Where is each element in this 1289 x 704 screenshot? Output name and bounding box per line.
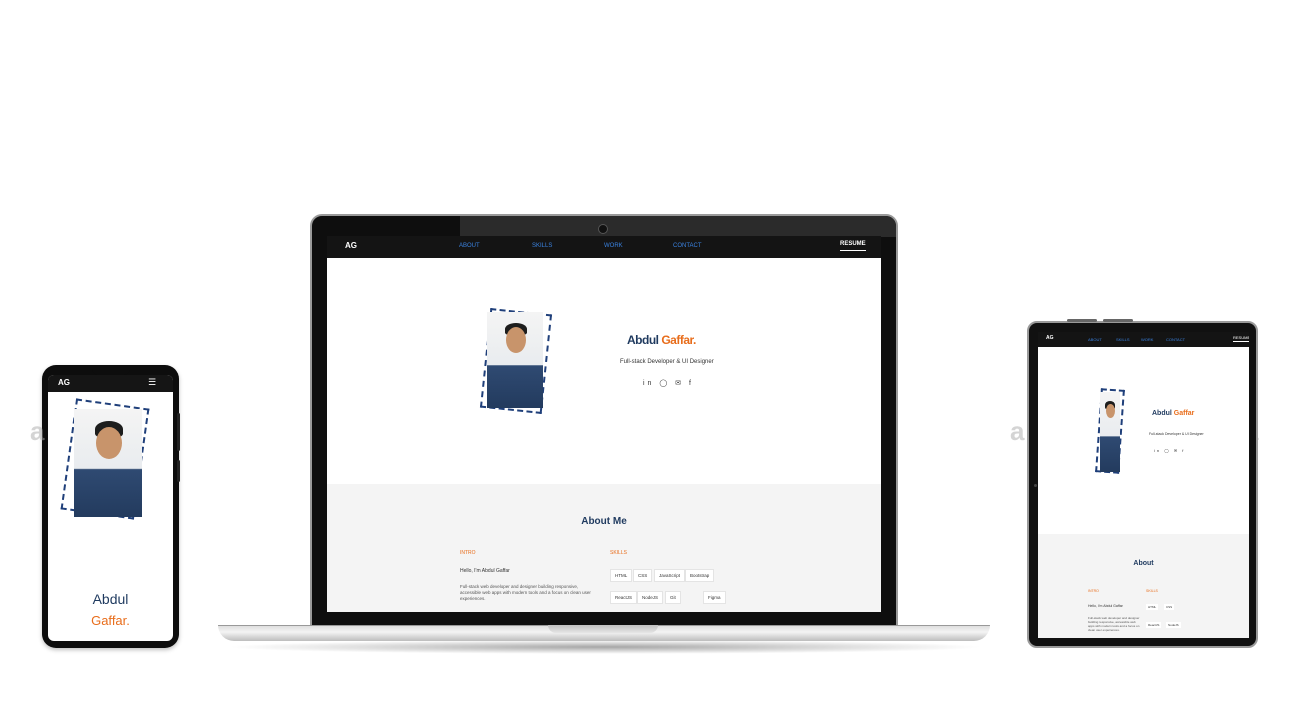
webcam-icon: [598, 224, 608, 234]
laptop-shadow: [225, 640, 985, 654]
social-links[interactable]: in ◯ ✉ f: [1154, 448, 1185, 453]
nav-link-work[interactable]: WORK: [604, 243, 623, 249]
about-title: About: [1133, 560, 1154, 567]
skill-tag: JavaScript: [654, 569, 686, 582]
tablet-camera-icon: [1034, 484, 1037, 487]
nav-link-work[interactable]: WORK: [1141, 337, 1153, 342]
skill-tag: CSS: [633, 569, 653, 582]
tablet-screen: AG ABOUT SKILLS WORK CONTACT RESUME Abdu…: [1038, 332, 1249, 638]
watermark-phone: a: [30, 416, 45, 446]
hamburger-icon[interactable]: ☰: [148, 378, 156, 387]
nav-link-contact[interactable]: CONTACT: [673, 243, 702, 249]
skill-tag: ReactJS: [1146, 622, 1162, 628]
hero-last-name: Gaffar: [1173, 410, 1195, 417]
tablet-button: [1103, 319, 1133, 322]
resume-button[interactable]: RESUME: [840, 241, 866, 251]
hero-role: Full-stack Developer & UI Designer: [1149, 432, 1204, 436]
laptop-screen: AG ABOUT SKILLS WORK CONTACT RESUME Abdu…: [327, 236, 881, 612]
intro-heading: INTRO: [460, 550, 476, 556]
intro-line: Hello, I'm Abdul Gaffar: [460, 568, 510, 574]
about-title: About Me: [581, 516, 627, 527]
skills-heading: SKILLS: [610, 550, 627, 556]
site-logo[interactable]: AG: [1046, 335, 1054, 341]
skill-tag: Figma: [703, 591, 726, 604]
site-logo[interactable]: AG: [345, 241, 357, 250]
phone-navbar: AG ☰: [48, 375, 173, 392]
hero-first-name: Abdul: [92, 591, 129, 607]
phone-notch: [92, 368, 130, 375]
intro-heading: INTRO: [1088, 589, 1099, 593]
profile-photo: [74, 409, 142, 517]
hero-first-name: Abdul: [1152, 410, 1172, 417]
watermark-left: a: [1010, 416, 1025, 446]
skill-tag: CSS: [1164, 604, 1175, 610]
phone-side-button: [177, 413, 180, 451]
intro-line: Hello, I'm Abdul Gaffar: [1088, 604, 1123, 608]
profile-photo: [487, 312, 543, 408]
phone-side-button: [177, 460, 180, 482]
nav-link-about[interactable]: ABOUT: [459, 243, 480, 249]
bio-text: Full-stack web developer and designer bu…: [1088, 616, 1140, 632]
skill-tag: ReactJS: [610, 591, 638, 604]
social-links[interactable]: in ◯ ✉ f: [643, 379, 694, 387]
skills-heading: SKILLS: [1146, 589, 1158, 593]
skill-tag: HTML: [610, 569, 633, 582]
laptop-navbar: AG ABOUT SKILLS WORK CONTACT RESUME: [327, 236, 881, 258]
hero-name: Abdul Gaffar: [1152, 410, 1194, 417]
skill-tag: Bootstrap: [685, 569, 715, 582]
tablet-mockup: AG ABOUT SKILLS WORK CONTACT RESUME Abdu…: [1027, 319, 1258, 648]
hero-name: Abdul Gaffar.: [627, 333, 696, 347]
site-logo[interactable]: AG: [58, 378, 70, 387]
laptop-bezel: [460, 216, 896, 237]
tablet-button: [1067, 319, 1097, 322]
hero-first-name: Abdul: [627, 333, 659, 347]
nav-link-about[interactable]: ABOUT: [1088, 337, 1102, 342]
nav-link-contact[interactable]: CONTACT: [1166, 337, 1185, 342]
phone-screen: AG ☰ Abdul Gaffar.: [48, 375, 173, 641]
nav-link-skills[interactable]: SKILLS: [1116, 337, 1130, 342]
laptop-hinge: [548, 625, 658, 633]
tablet-navbar: AG ABOUT SKILLS WORK CONTACT RESUME: [1038, 332, 1249, 347]
about-section: About INTRO SKILLS Hello, I'm Abdul Gaff…: [1038, 534, 1249, 638]
skill-tag: HTML: [1146, 604, 1159, 610]
skill-tag: NodeJS: [1166, 622, 1181, 628]
hero-last-name: Gaffar.: [91, 613, 130, 628]
resume-button[interactable]: RESUME: [1233, 335, 1249, 342]
hero-last-name: Gaffar.: [661, 333, 696, 347]
bio-text: Full-stack web developer and designer bu…: [460, 584, 591, 601]
about-section: About Me INTRO SKILLS Hello, I'm Abdul G…: [327, 484, 881, 612]
hero-role: Full-stack Developer & UI Designer: [620, 359, 714, 365]
skill-tag: NodeJS: [637, 591, 664, 604]
profile-photo: [1100, 392, 1120, 472]
skill-tag: Git: [665, 591, 681, 604]
phone-mockup: AG ☰ Abdul Gaffar.: [42, 365, 180, 648]
nav-link-skills[interactable]: SKILLS: [532, 243, 552, 249]
